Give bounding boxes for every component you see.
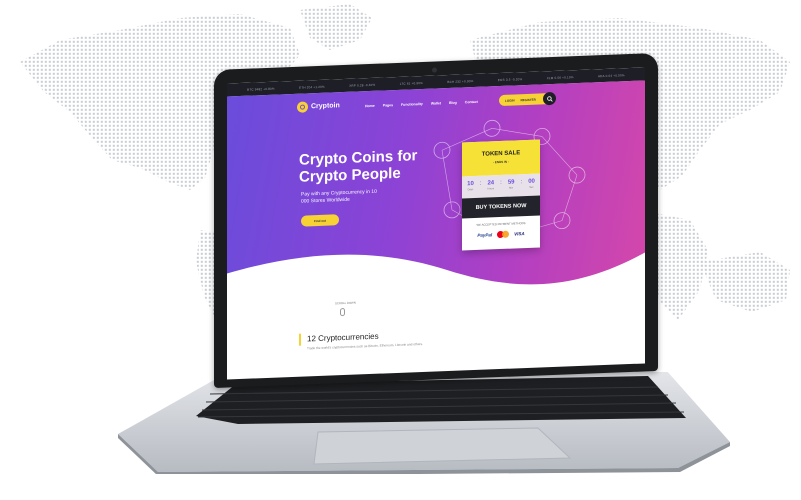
ticker-item: BCH 232 +0.30% (447, 78, 474, 84)
login-label: LOGIN (505, 97, 515, 103)
countdown-timer: 10 Days : 24 Hours : 59 Min : 00 Sec (462, 173, 540, 199)
laptop-screen: BTC 9482 +0.80% ETH 204 +1.20% XRP 0.28 … (227, 67, 645, 380)
nav-item-blog[interactable]: Blog (449, 101, 457, 105)
buy-tokens-label: BUY TOKENS NOW (475, 202, 527, 211)
countdown-days: 10 Days (467, 181, 474, 192)
hero-wave (227, 252, 645, 324)
hero-cta-button[interactable]: Find out (301, 214, 339, 227)
ticker-item: ADA 0.04 +0.50% (597, 72, 625, 78)
logo[interactable]: Cryptoin (297, 100, 340, 113)
logo-icon (297, 101, 308, 113)
hero-subtext: Pay with any Cryptocurrency in 10 000 St… (301, 188, 377, 205)
buy-tokens-button[interactable]: BUY TOKENS NOW (462, 195, 540, 219)
countdown-seconds: 00 Sec (528, 178, 535, 189)
token-header: TOKEN SALE - ENDS IN - (462, 139, 540, 177)
ticker-item: EOS 3.5 -0.20% (497, 76, 523, 82)
nav-item-contact[interactable]: Contact (465, 100, 478, 105)
search-icon (546, 95, 553, 102)
section-title: 12 Cryptocurrencies (307, 331, 379, 344)
nav-item-wallet[interactable]: Wallet (431, 101, 441, 105)
ticker-item: BTC 9482 +0.80% (247, 86, 275, 92)
ticker-item: ETH 204 +1.20% (299, 84, 325, 90)
laptop-base (118, 372, 730, 474)
camera-dot (432, 67, 437, 73)
nav-item-pages[interactable]: Pages (383, 103, 393, 107)
hero-headline: Crypto Coins for Crypto People (299, 147, 418, 186)
trackpad[interactable] (313, 427, 572, 465)
nav-item-functionality[interactable]: Functionality (401, 102, 423, 107)
search-button[interactable] (543, 91, 556, 106)
scroll-down-label: SCROLL DOWN (335, 300, 356, 306)
laptop-lid: BTC 9482 +0.80% ETH 204 +1.20% XRP 0.28 … (214, 52, 658, 389)
nav-links: Home Pages Functionality Wallet Blog Con… (365, 100, 478, 108)
token-ends-in: - ENDS IN - (493, 159, 509, 165)
nav-item-home[interactable]: Home (365, 104, 375, 108)
ticker-item: XLM 0.06 +0.10% (546, 74, 574, 80)
mouse-icon[interactable] (340, 307, 345, 317)
countdown-minutes: 59 Min (507, 179, 515, 190)
token-title: TOKEN SALE (481, 150, 521, 158)
countdown-hours: 24 Hours (487, 180, 495, 191)
register-label: REGISTER (520, 97, 536, 102)
ticker-item: XRP 0.28 -0.40% (349, 82, 376, 88)
section-accent-bar (299, 333, 301, 346)
ticker-item: LTC 61 +0.90% (399, 80, 424, 86)
logo-text: Cryptoin (311, 102, 340, 111)
hero-cta-label: Find out (314, 218, 326, 223)
